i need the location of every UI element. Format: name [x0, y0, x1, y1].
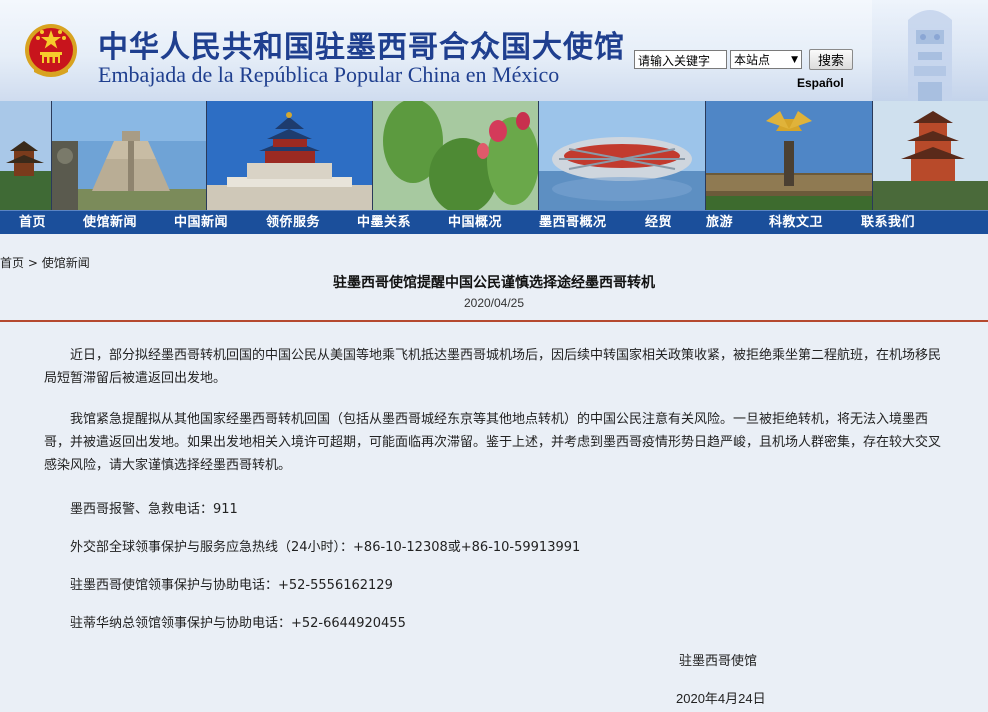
banner-photo-cactus-flowers [373, 101, 538, 210]
breadcrumb-section-link[interactable]: 使馆新闻 [42, 256, 90, 270]
contact-line-embassy: 驻墨西哥使馆领事保护与协助电话：+52-5556162129 [70, 578, 393, 593]
site-title-spanish: Embajada de la República Popular China e… [98, 62, 560, 87]
banner-photo-angel-of-independence [706, 101, 872, 210]
banner-photo-yellow-crane-tower-right [873, 101, 988, 210]
banner-photo-birds-nest [539, 101, 705, 210]
nav-item-mexico-overview[interactable]: 墨西哥概况 [539, 211, 607, 234]
contact-line-mfa-hotline: 外交部全球领事保护与服务应急热线（24小时）：+86-10-12308或+86-… [70, 540, 581, 555]
nav-item-tourism[interactable]: 旅游 [706, 211, 733, 234]
article-content: 首页 > 使馆新闻 驻墨西哥使馆提醒中国公民谨慎选择途经墨西哥转机 2020/0… [0, 234, 988, 712]
nav-item-china-overview[interactable]: 中国概况 [448, 211, 502, 234]
banner-photo-yellow-crane-tower-left [0, 101, 51, 210]
breadcrumb-home-link[interactable]: 首页 [0, 256, 24, 270]
photo-banner [0, 101, 988, 210]
chevron-down-icon: ▼ [791, 54, 798, 65]
banner-photo-chichen-itza [52, 101, 206, 210]
search-scope-select[interactable]: 本站点 ▼ [730, 50, 802, 69]
spanish-language-link[interactable]: Español [797, 76, 844, 90]
nav-item-china-mexico-relations[interactable]: 中墨关系 [357, 211, 411, 234]
search-button[interactable]: 搜索 [809, 49, 853, 70]
nav-item-embassy-news[interactable]: 使馆新闻 [83, 211, 137, 234]
nav-item-economy-trade[interactable]: 经贸 [645, 211, 672, 234]
site-header: 中华人民共和国驻墨西哥合众国大使馆 Embajada de la Repúbli… [0, 0, 988, 101]
breadcrumb: 首页 > 使馆新闻 [0, 254, 90, 271]
main-nav: 首页 使馆新闻 中国新闻 领侨服务 中墨关系 中国概况 墨西哥概况 经贸 旅游 … [0, 210, 988, 234]
breadcrumb-separator: > [27, 256, 38, 270]
search-input[interactable]: 请输入关键字 [634, 50, 727, 69]
article-paragraph-2: 我馆紧急提醒拟从其他国家经墨西哥转机回国（包括从墨西哥城经东京等其他地点转机）的… [44, 412, 942, 473]
banner-photo-temple-of-heaven [207, 101, 372, 210]
article-date: 2020/04/25 [463, 296, 525, 310]
article-paragraph-1: 近日，部分拟经墨西哥转机回国的中国公民从美国等地乘飞机抵达墨西哥城机场后，因后续… [44, 348, 942, 386]
site-title-chinese: 中华人民共和国驻墨西哥合众国大使馆 [98, 30, 625, 65]
search-scope-value: 本站点 [734, 53, 771, 67]
national-emblem-icon [25, 24, 77, 77]
article-title: 驻墨西哥使馆提醒中国公民谨慎选择途经墨西哥转机 [333, 275, 655, 291]
nav-item-contact-us[interactable]: 联系我们 [861, 211, 915, 234]
nav-item-china-news[interactable]: 中国新闻 [174, 211, 228, 234]
contact-line-emergency: 墨西哥报警、急救电话：911 [70, 502, 238, 517]
article-sign-date: 2020年4月24日 [676, 691, 766, 706]
contact-line-tijuana-consulate: 驻蒂华纳总领馆领事保护与协助电话：+52-6644920455 [70, 616, 406, 631]
title-divider [0, 320, 988, 322]
aztec-totem-icon [872, 0, 988, 101]
nav-item-culture-education[interactable]: 科教文卫 [769, 211, 823, 234]
article-signature: 驻墨西哥使馆 [679, 654, 758, 669]
nav-item-home[interactable]: 首页 [19, 211, 46, 234]
nav-item-consular-services[interactable]: 领侨服务 [266, 211, 320, 234]
